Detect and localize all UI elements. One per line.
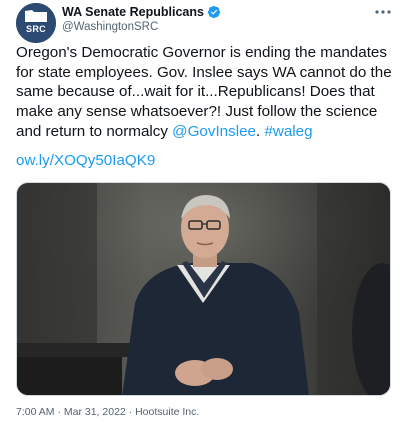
tweet-text: Oregon's Democratic Governor is ending t… bbox=[16, 43, 398, 142]
washington-state-logo bbox=[16, 3, 56, 43]
tweet-photo[interactable] bbox=[16, 182, 391, 396]
display-name-row[interactable]: WA Senate Republicans bbox=[62, 5, 221, 19]
tweet-time[interactable]: 7:00 AM bbox=[16, 406, 55, 418]
meta-separator: · bbox=[128, 406, 133, 418]
meta-separator: · bbox=[57, 406, 61, 418]
verified-badge-icon bbox=[207, 5, 221, 19]
more-horizontal-icon bbox=[375, 10, 391, 14]
tweet-date[interactable]: Mar 31, 2022 bbox=[64, 406, 126, 418]
hashtag-link[interactable]: #waleg bbox=[264, 123, 312, 140]
display-name[interactable]: WA Senate Republicans bbox=[62, 5, 204, 19]
user-handle[interactable]: @WashingtonSRC bbox=[62, 21, 158, 33]
more-button[interactable] bbox=[374, 4, 392, 20]
tweet-source: Hootsuite Inc. bbox=[135, 406, 200, 418]
short-url-link[interactable]: ow.ly/XOQy50IaQK9 bbox=[16, 152, 155, 169]
avatar[interactable]: SRC bbox=[16, 3, 56, 43]
tweet-card: SRC WA Senate Republicans @WashingtonSRC… bbox=[0, 0, 406, 424]
tweet-meta: 7:00 AM · Mar 31, 2022 · Hootsuite Inc. bbox=[16, 406, 199, 418]
photo-governor-at-podium bbox=[17, 183, 390, 395]
avatar-text: SRC bbox=[26, 24, 46, 34]
mention-link[interactable]: @GovInslee bbox=[172, 123, 256, 140]
